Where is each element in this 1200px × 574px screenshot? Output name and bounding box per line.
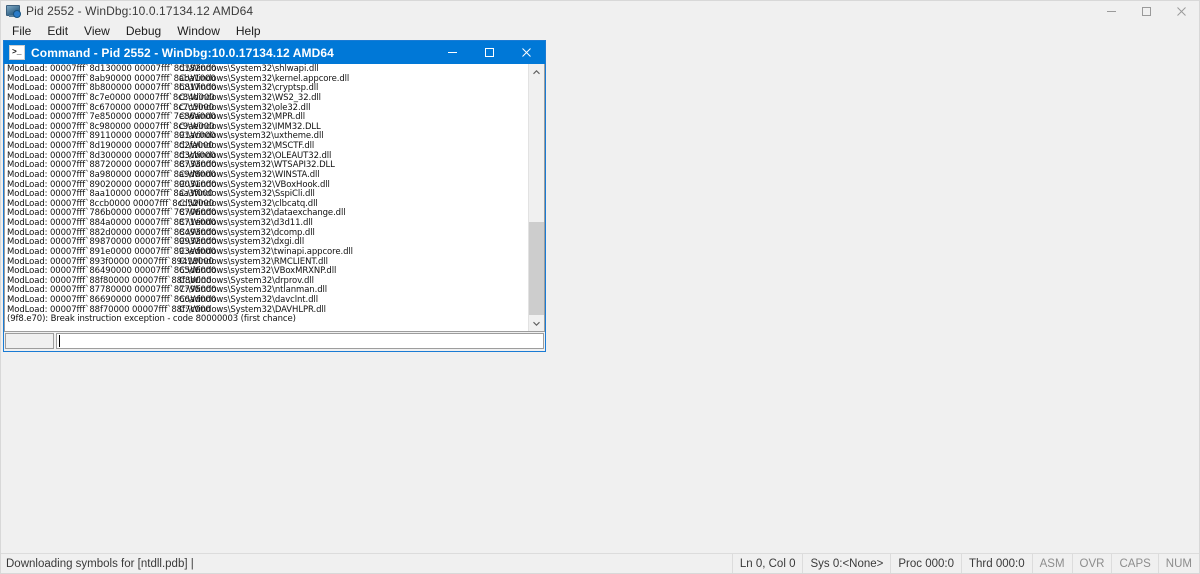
scrollbar-track[interactable]	[529, 80, 544, 315]
menu-item-debug[interactable]: Debug	[118, 22, 169, 40]
scroll-up-button[interactable]	[529, 64, 544, 80]
menu-item-file[interactable]: File	[4, 22, 39, 40]
status-pane-proc: Proc 000:0	[890, 554, 961, 573]
minimize-button[interactable]	[1094, 1, 1129, 21]
output-line-address: (9f8.e70): Break instruction exception -…	[7, 314, 296, 325]
main-title-bar: Pid 2552 - WinDbg:10.0.17134.12 AMD64	[1, 1, 1199, 21]
menu-item-window[interactable]: Window	[169, 22, 228, 40]
status-pane-line-col: Ln 0, Col 0	[731, 554, 803, 573]
maximize-icon	[485, 48, 494, 57]
close-icon	[522, 48, 531, 57]
maximize-icon	[1142, 6, 1151, 16]
console-prompt-icon: >_	[9, 45, 25, 60]
mdi-client-area: >_ Command - Pid 2552 - WinDbg:10.0.1713…	[1, 40, 1199, 553]
main-window-controls	[1094, 1, 1199, 21]
minimize-icon	[1107, 10, 1116, 12]
status-bar: Downloading symbols for [ntdll.pdb] | Ln…	[1, 553, 1199, 573]
scrollbar-thumb[interactable]	[529, 222, 544, 315]
text-caret	[59, 335, 60, 347]
status-pane-ovr: OVR	[1071, 554, 1112, 573]
status-message: Downloading symbols for [ntdll.pdb] |	[6, 557, 194, 570]
close-icon	[1177, 6, 1186, 16]
chevron-up-icon	[533, 69, 540, 74]
command-minimize-button[interactable]	[434, 41, 471, 64]
menu-item-view[interactable]: View	[76, 22, 118, 40]
debugger-monitor-icon	[5, 3, 21, 19]
command-window-title-bar[interactable]: >_ Command - Pid 2552 - WinDbg:10.0.1713…	[4, 41, 545, 64]
command-prompt-selector[interactable]	[5, 333, 54, 349]
output-line: (9f8.e70): Break instruction exception -…	[7, 315, 528, 325]
command-output-body: ModLoad: 00007fff`8d130000 00007fff`8d18…	[4, 64, 545, 332]
page-title: Pid 2552 - WinDbg:10.0.17134.12 AMD64	[26, 4, 254, 18]
menu-item-help[interactable]: Help	[228, 22, 269, 40]
command-maximize-button[interactable]	[471, 41, 508, 64]
command-child-window: >_ Command - Pid 2552 - WinDbg:10.0.1713…	[3, 40, 546, 352]
status-pane-thrd: Thrd 000:0	[961, 554, 1032, 573]
command-input-field[interactable]	[56, 333, 544, 349]
command-close-button[interactable]	[508, 41, 545, 64]
windbg-main-window: Pid 2552 - WinDbg:10.0.17134.12 AMD64 Fi…	[0, 0, 1200, 574]
minimize-icon	[448, 52, 457, 53]
command-window-title: Command - Pid 2552 - WinDbg:10.0.17134.1…	[31, 45, 334, 60]
status-pane-num: NUM	[1157, 554, 1199, 573]
output-vertical-scrollbar[interactable]	[528, 64, 544, 331]
status-pane-caps: CAPS	[1111, 554, 1157, 573]
maximize-button[interactable]	[1129, 1, 1164, 21]
command-output-pane[interactable]: ModLoad: 00007fff`8d130000 00007fff`8d18…	[5, 64, 528, 331]
menu-bar: File Edit View Debug Window Help	[1, 21, 1199, 40]
status-pane-sys: Sys 0:<None>	[802, 554, 890, 573]
command-window-controls	[434, 41, 545, 64]
chevron-down-icon	[533, 321, 540, 326]
scroll-down-button[interactable]	[529, 315, 544, 331]
status-pane-asm: ASM	[1031, 554, 1072, 573]
command-input-row	[4, 332, 545, 351]
close-button[interactable]	[1164, 1, 1199, 21]
menu-item-edit[interactable]: Edit	[39, 22, 76, 40]
